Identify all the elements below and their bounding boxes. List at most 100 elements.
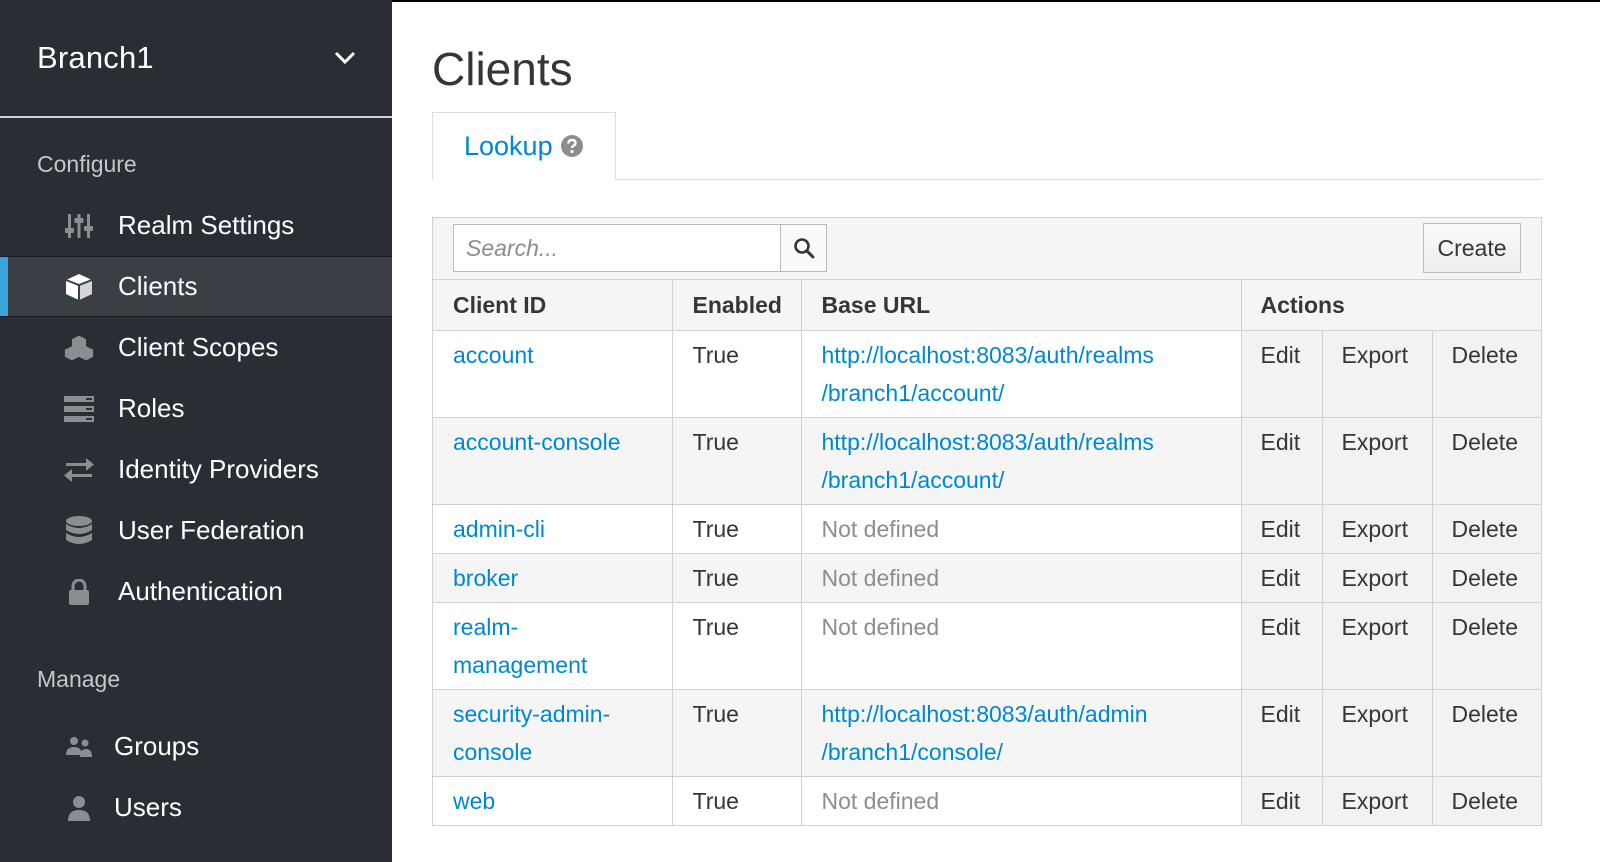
exchange-icon [64, 455, 94, 485]
edit-button[interactable]: Edit [1241, 689, 1323, 777]
sidebar-item-label: Client Scopes [118, 332, 279, 362]
client-id-link[interactable]: web [433, 776, 673, 825]
export-button[interactable]: Export [1322, 689, 1433, 777]
sidebar-item-label: Roles [118, 393, 185, 423]
base-url-cell[interactable]: http://localhost:8083/auth/admin/branch1… [801, 689, 1242, 777]
enabled-cell: True [672, 504, 802, 554]
sidebar-item-label: Clients [118, 271, 198, 301]
table-row: broker True Not defined Edit Export Delete [433, 553, 1541, 603]
sidebar-item-label: Authentication [118, 576, 283, 606]
chevron-down-icon [334, 51, 356, 65]
search-input[interactable] [453, 224, 781, 272]
clients-table: Client ID Enabled Base URL Actions accou… [433, 280, 1541, 825]
base-url-line: Not defined [821, 787, 940, 814]
delete-button[interactable]: Delete [1432, 504, 1541, 554]
table-row: account True http://localhost:8083/auth/re… [433, 330, 1541, 418]
enabled-cell: True [672, 330, 802, 418]
delete-button[interactable]: Delete [1432, 602, 1541, 690]
table-row: account-console True http://localhost:8083… [433, 417, 1541, 505]
table-row: admin-cli True Not defined Edit Export Delete [433, 504, 1541, 554]
header-base-url[interactable]: Base URL [801, 280, 1242, 331]
export-button[interactable]: Export [1322, 417, 1433, 505]
sidebar-item-client-scopes[interactable]: Client Scopes [0, 317, 392, 378]
base-url-cell: Not defined [801, 504, 1242, 554]
delete-button[interactable]: Delete [1432, 330, 1541, 418]
sidebar: Branch1 Configure Realm Settings Clients… [0, 0, 392, 862]
sidebar-item-label: Users [114, 792, 182, 822]
sidebar-item-authentication[interactable]: Authentication [0, 561, 392, 622]
base-url-line: /branch1/account/ [821, 466, 1005, 493]
base-url-cell: Not defined [801, 602, 1242, 690]
tab-label: Lookup [464, 130, 553, 161]
enabled-cell: True [672, 553, 802, 603]
client-id-link[interactable]: admin-cli [433, 504, 673, 554]
base-url-line: /branch1/console/ [821, 738, 1004, 765]
client-id-link[interactable]: security-admin-console [433, 689, 673, 777]
enabled-cell: True [672, 417, 802, 505]
search-button[interactable] [781, 224, 827, 272]
base-url-cell: Not defined [801, 553, 1242, 603]
export-button[interactable]: Export [1322, 553, 1433, 603]
edit-button[interactable]: Edit [1241, 553, 1323, 603]
sliders-icon [64, 211, 94, 241]
cubes-icon [64, 333, 94, 363]
edit-button[interactable]: Edit [1241, 602, 1323, 690]
page-title: Clients [432, 43, 573, 95]
base-url-line: http://localhost:8083/auth/realms [821, 428, 1154, 455]
cube-icon [64, 272, 94, 302]
export-button[interactable]: Export [1322, 330, 1433, 418]
sidebar-item-roles[interactable]: Roles [0, 378, 392, 439]
main-content: Clients Lookup Create Client ID E [392, 0, 1600, 862]
edit-button[interactable]: Edit [1241, 417, 1323, 505]
base-url-cell[interactable]: http://localhost:8083/auth/realms/branch… [801, 417, 1242, 505]
base-url-line: http://localhost:8083/auth/admin [821, 700, 1148, 727]
create-button[interactable]: Create [1423, 223, 1521, 273]
database-icon [64, 515, 94, 546]
table-header-row: Client ID Enabled Base URL Actions [433, 280, 1541, 331]
help-icon[interactable] [560, 135, 583, 157]
realm-selector[interactable]: Branch1 [0, 0, 392, 118]
enabled-cell: True [672, 602, 802, 690]
delete-button[interactable]: Delete [1432, 776, 1541, 825]
client-id-link[interactable]: broker [433, 553, 673, 603]
search-icon [793, 238, 814, 259]
sidebar-item-users[interactable]: Users [0, 777, 392, 838]
client-id-link[interactable]: account [433, 330, 673, 418]
roles-icon [64, 394, 94, 424]
edit-button[interactable]: Edit [1241, 330, 1323, 418]
sidebar-item-identity-providers[interactable]: Identity Providers [0, 439, 392, 500]
table-row: realm-management True Not defined Edit Expor… [433, 602, 1541, 690]
clients-table-container: Create Client ID Enabled Base URL Action… [432, 217, 1542, 826]
edit-button[interactable]: Edit [1241, 776, 1323, 825]
client-id-link[interactable]: realm-management [433, 602, 673, 690]
sidebar-item-clients[interactable]: Clients [0, 256, 392, 317]
tab-lookup[interactable]: Lookup [432, 112, 616, 180]
edit-button[interactable]: Edit [1241, 504, 1323, 554]
section-title-configure: Configure [37, 151, 137, 177]
export-button[interactable]: Export [1322, 776, 1433, 825]
enabled-cell: True [672, 776, 802, 825]
client-id-link[interactable]: account-console [433, 417, 673, 505]
header-client-id[interactable]: Client ID [433, 280, 673, 331]
base-url-line: Not defined [821, 613, 940, 640]
sidebar-item-groups[interactable]: Groups [0, 716, 392, 777]
delete-button[interactable]: Delete [1432, 553, 1541, 603]
export-button[interactable]: Export [1322, 504, 1433, 554]
delete-button[interactable]: Delete [1432, 689, 1541, 777]
header-enabled[interactable]: Enabled [672, 280, 802, 331]
clients-table-body: account True http://localhost:8083/auth/re… [433, 330, 1541, 825]
export-button[interactable]: Export [1322, 602, 1433, 690]
sidebar-item-user-federation[interactable]: User Federation [0, 500, 392, 561]
sidebar-item-realm-settings[interactable]: Realm Settings [0, 195, 392, 256]
delete-button[interactable]: Delete [1432, 417, 1541, 505]
base-url-cell: Not defined [801, 776, 1242, 825]
user-icon [64, 793, 94, 823]
base-url-line: /branch1/account/ [821, 379, 1005, 406]
enabled-cell: True [672, 689, 802, 777]
base-url-line: http://localhost:8083/auth/realms [821, 341, 1154, 368]
nav-manage: Groups Users [0, 716, 392, 838]
nav-configure: Realm Settings Clients Client Scopes Rol… [0, 195, 392, 622]
base-url-cell[interactable]: http://localhost:8083/auth/realms/branch… [801, 330, 1242, 418]
realm-name: Branch1 [37, 40, 154, 75]
sidebar-item-label: Groups [114, 731, 200, 761]
